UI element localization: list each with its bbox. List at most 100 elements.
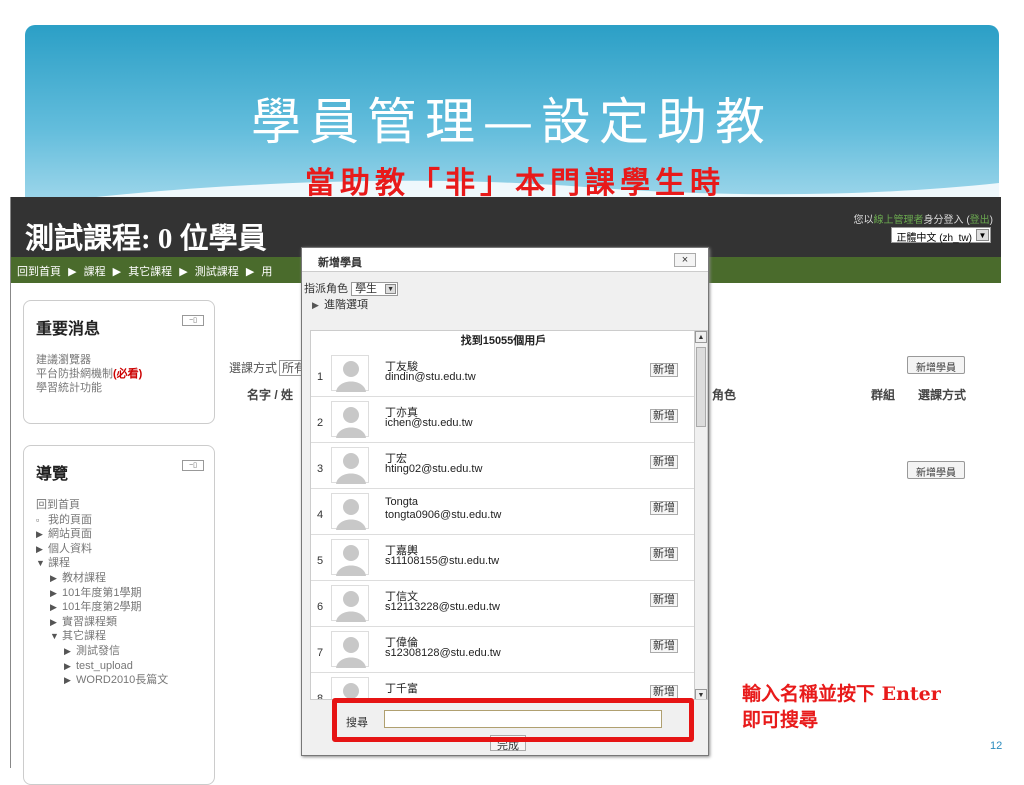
block-control-icon[interactable]: −▯ (182, 315, 204, 326)
row-number: 5 (317, 555, 324, 567)
assign-role-row: 指派角色 學生 ▼ (304, 280, 399, 297)
nav-item[interactable]: ▶ 實習課程類 (36, 615, 214, 630)
avatar (331, 585, 369, 622)
row-number: 4 (317, 509, 324, 521)
add-students-button-bottom[interactable]: 新增學員 (907, 461, 965, 479)
user-name: 丁千富 (385, 683, 418, 695)
triangle-right-icon: ▶ (36, 529, 43, 540)
news-item[interactable]: 建議瀏覽器 (36, 353, 214, 367)
triangle-right-icon: ▶ (36, 543, 43, 554)
news-item[interactable]: 學習統計功能 (36, 381, 214, 395)
advanced-options-toggle[interactable]: ▶ 進階選項 (312, 296, 368, 312)
add-user-button[interactable]: 新增 (650, 409, 678, 423)
assign-role-select[interactable]: 學生 ▼ (351, 282, 399, 297)
nav-item[interactable]: ▼ 其它課程 (36, 629, 214, 644)
news-list: 建議瀏覽器 平台防掛網機制(必看) 學習統計功能 (36, 353, 214, 395)
course-title: 測試課程: 0 位學員 (25, 223, 267, 255)
breadcrumb-separator-icon: ▶ (245, 266, 255, 278)
user-email: ichen@stu.edu.tw (385, 417, 473, 429)
name-column-header[interactable]: 名字 / 姓 (247, 386, 293, 403)
news-item[interactable]: 平台防掛網機制(必看) (36, 367, 214, 381)
role-column-header[interactable]: 角色 (712, 386, 736, 403)
list-item: 6 丁信文 s12113228@stu.edu.tw 新增 (311, 581, 696, 627)
search-highlight-box (332, 698, 694, 742)
close-button[interactable]: × (674, 253, 696, 267)
add-user-button[interactable]: 新增 (650, 455, 678, 469)
assign-role-label: 指派角色 (304, 283, 348, 295)
row-number: 6 (317, 601, 324, 613)
row-number: 1 (317, 371, 324, 383)
add-students-button[interactable]: 新增學員 (907, 356, 965, 374)
list-item: 8 丁千富 新增 (311, 673, 696, 700)
triangle-right-icon: ▶ (50, 616, 57, 627)
user-email: s11108155@stu.edu.tw (385, 555, 500, 567)
logout-link[interactable]: 登出 (970, 215, 990, 226)
chevron-down-icon: ▼ (385, 284, 397, 295)
annotation: 輸入名稱並按下 Enter 即可搜尋 (742, 683, 941, 731)
language-select[interactable]: 正體中文 (zh_tw) ▼ (891, 227, 991, 244)
breadcrumb-item-course[interactable]: 測試課程 (195, 266, 239, 278)
triangle-right-icon: ▶ (64, 660, 71, 671)
row-number: 2 (317, 417, 324, 429)
scroll-up-icon[interactable]: ▲ (695, 331, 707, 343)
nav-item[interactable]: ▶ WORD2010長篇文 (36, 673, 214, 688)
add-user-button[interactable]: 新增 (650, 685, 678, 699)
add-user-button[interactable]: 新增 (650, 593, 678, 607)
slide-title: 學員管理—設定助教 (251, 93, 773, 151)
breadcrumb-separator-icon: ▶ (68, 266, 77, 278)
row-number: 8 (317, 693, 324, 700)
chevron-down-icon: ▼ (976, 229, 989, 241)
breadcrumb-item-home[interactable]: 回到首頁 (17, 266, 61, 278)
avatar (331, 631, 369, 668)
breadcrumb-separator-icon: ▶ (112, 266, 122, 278)
nav-item[interactable]: ▶ 101年度第2學期 (36, 600, 214, 615)
admin-link[interactable]: 線上管理者 (874, 215, 924, 226)
breadcrumb-item-users[interactable]: 用 (261, 266, 272, 278)
nav-item[interactable]: ▶ 測試發信 (36, 644, 214, 659)
login-info: 您以線上管理者身分登入 (登出) (853, 215, 993, 226)
enrol-users-dialog: 新增學員 × 指派角色 學生 ▼ ▶ 進階選項 找到15055個用戶 1 丁友駿 din… (301, 247, 709, 756)
user-name: Tongta (385, 496, 419, 508)
group-column-header[interactable]: 群組 (871, 386, 895, 403)
avatar (331, 355, 369, 392)
nav-item[interactable]: ▫ 我的頁面 (36, 513, 214, 528)
slide-subtitle: 當助教「非」本門課學生時 (305, 166, 725, 201)
block-control-icon[interactable]: −▯ (182, 460, 204, 471)
scroll-thumb[interactable] (696, 347, 706, 427)
list-item: 1 丁友駿 dindin@stu.edu.tw 新增 (311, 351, 696, 397)
scrollbar[interactable]: ▲ ▼ (694, 331, 707, 699)
breadcrumb-item-other[interactable]: 其它課程 (128, 266, 172, 278)
nav-item[interactable]: ▶ 101年度第1學期 (36, 586, 214, 601)
triangle-right-icon: ▶ (50, 602, 57, 613)
triangle-right-icon: ▶ (64, 645, 71, 656)
nav-item[interactable]: ▶ test_upload (36, 659, 214, 674)
nav-item[interactable]: 回到首頁 (36, 498, 214, 513)
user-email: dindin@stu.edu.tw (385, 371, 476, 383)
list-item: 2 丁亦真 ichen@stu.edu.tw 新增 (311, 397, 696, 443)
avatar (331, 447, 369, 484)
nav-item[interactable]: ▼ 課程 (36, 556, 214, 571)
triangle-right-icon: ▶ (64, 675, 71, 686)
nav-list: 回到首頁 ▫ 我的頁面 ▶ 網站頁面 ▶ 個人資料 ▼ 課程 ▶ 教材課程 ▶ 101年度第1學期 ▶ 10… (36, 498, 214, 688)
add-user-button[interactable]: 新增 (650, 547, 678, 561)
user-list[interactable]: 找到15055個用戶 1 丁友駿 dindin@stu.edu.tw 新增 2 丁亦真 ic… (310, 330, 708, 700)
user-email: tongta0906@stu.edu.tw (385, 509, 502, 521)
nav-item[interactable]: ▶ 網站頁面 (36, 527, 214, 542)
scroll-down-icon[interactable]: ▼ (695, 689, 707, 699)
enrol-column-header[interactable]: 選課方式 (918, 386, 966, 403)
user-email: hting02@stu.edu.tw (385, 463, 483, 475)
add-user-button[interactable]: 新增 (650, 501, 678, 515)
breadcrumb-item-courses[interactable]: 課程 (84, 266, 106, 278)
add-user-button[interactable]: 新增 (650, 363, 678, 377)
user-email: s12113228@stu.edu.tw (385, 601, 500, 613)
list-item: 4 Tongta tongta0906@stu.edu.tw 新增 (311, 489, 696, 535)
dialog-title: 新增學員 (302, 248, 708, 272)
nav-item[interactable]: ▶ 個人資料 (36, 542, 214, 557)
nav-item[interactable]: ▶ 教材課程 (36, 571, 214, 586)
triangle-right-icon: ▶ (50, 587, 57, 598)
required-tag: (必看) (113, 368, 143, 380)
add-user-button[interactable]: 新增 (650, 639, 678, 653)
list-item: 7 丁偉倫 s12308128@stu.edu.tw 新增 (311, 627, 696, 673)
list-item: 5 丁嘉輿 s11108155@stu.edu.tw 新增 (311, 535, 696, 581)
avatar (331, 539, 369, 576)
